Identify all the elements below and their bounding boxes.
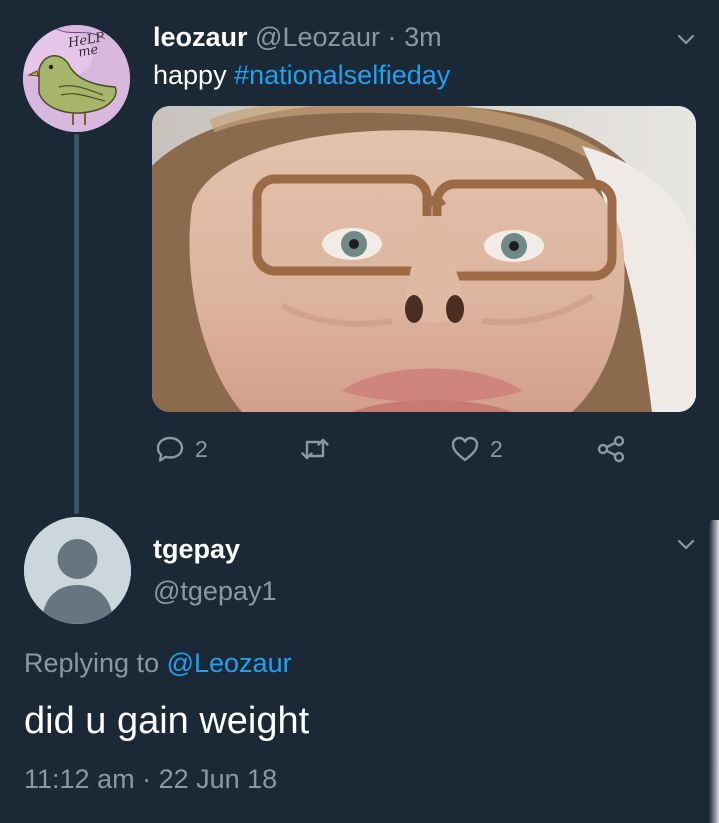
reply-text: did u gain weight [24,700,310,742]
tweet-text-prefix: happy [153,60,235,90]
retweet-action[interactable] [300,434,340,464]
retweet-icon [301,438,329,460]
reply-count: 2 [195,435,208,462]
author-handle[interactable]: @Leozaur [255,22,380,52]
heart-icon [451,436,479,462]
share-icon [597,435,625,463]
tweet-options-chevron-icon[interactable] [677,31,695,49]
leozaur-avatar[interactable]: HeLP me [23,25,130,132]
replying-to-label: Replying to [24,648,167,678]
twitter-thread-screen: HeLP me leozaur @Leozaur · 3m happy #nat… [0,0,719,823]
default-user-avatar-icon [24,517,131,624]
tweet-text: happy #nationalselfieday [153,58,450,92]
reply-options-chevron-icon[interactable] [677,536,695,554]
tweet-header: leozaur @Leozaur · 3m [153,20,442,54]
reply-icon [156,436,184,462]
hashtag-link[interactable]: #nationalselfieday [234,60,450,90]
separator-dot: · [387,22,397,52]
tweet-actions-bar: 2 2 [0,434,719,474]
scroll-edge-shade [709,520,719,823]
tgepay-avatar[interactable] [24,517,131,624]
reply-author-display-name[interactable]: tgepay [153,534,240,565]
reply-action[interactable]: 2 [155,434,208,464]
like-count: 2 [490,435,503,462]
tweet-time[interactable]: 3m [404,22,442,52]
author-display-name[interactable]: leozaur [153,22,248,52]
replying-to-mention-link[interactable]: @Leozaur [167,648,292,678]
replying-to-line: Replying to @Leozaur [24,648,292,679]
reply-timestamp[interactable]: 11:12 am · 22 Jun 18 [24,764,277,795]
selfie-photo-image [152,106,696,412]
share-action[interactable] [596,434,626,464]
reply-author-handle[interactable]: @tgepay1 [153,576,277,607]
like-action[interactable]: 2 [450,434,503,464]
tweet-photo[interactable] [152,106,696,412]
